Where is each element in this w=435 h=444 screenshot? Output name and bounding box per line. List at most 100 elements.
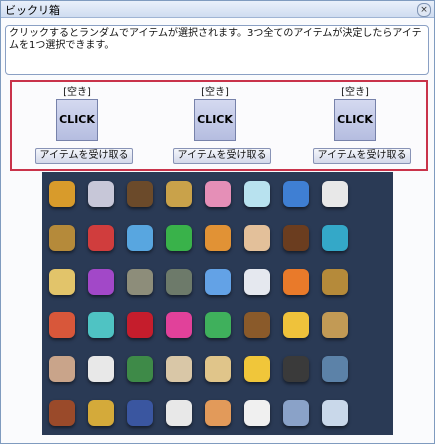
wing-icon bbox=[243, 268, 270, 295]
slot-2: [空き] CLICK アイテムを受け取る bbox=[160, 82, 271, 169]
item-cell bbox=[237, 172, 276, 216]
item-cell bbox=[42, 172, 81, 216]
green-crystal-icon bbox=[165, 224, 192, 251]
paper-icon bbox=[48, 268, 75, 295]
slot-2-receive-button[interactable]: アイテムを受け取る bbox=[173, 148, 271, 164]
item-cell bbox=[42, 216, 81, 260]
card-wing-icon bbox=[165, 356, 192, 383]
item-cell bbox=[237, 303, 276, 347]
item-cell bbox=[42, 347, 81, 391]
winged-figure-icon bbox=[87, 180, 114, 207]
item-cell bbox=[120, 260, 159, 304]
item-cell bbox=[81, 303, 120, 347]
pink-cube-icon bbox=[204, 180, 231, 207]
item-cell bbox=[237, 391, 276, 435]
slot-panel: [空き] CLICK アイテムを受け取る [空き] CLICK アイテムを受け取… bbox=[10, 80, 428, 171]
item-cell bbox=[120, 172, 159, 216]
stone-icon bbox=[126, 268, 153, 295]
dice-icon bbox=[243, 400, 270, 427]
pill-icon bbox=[87, 356, 114, 383]
pink-potion-icon bbox=[165, 312, 192, 339]
item-cell bbox=[159, 260, 198, 304]
orb-icon bbox=[321, 268, 348, 295]
item-cell bbox=[198, 260, 237, 304]
item-cell bbox=[120, 347, 159, 391]
stars-icon bbox=[321, 400, 348, 427]
item-cell bbox=[354, 172, 393, 216]
item-cell bbox=[159, 347, 198, 391]
slot-2-status: [空き] bbox=[201, 87, 229, 98]
item-cell bbox=[81, 391, 120, 435]
slot-2-click-button[interactable]: CLICK bbox=[194, 99, 236, 141]
item-cell bbox=[120, 391, 159, 435]
diamond-plate-icon bbox=[282, 400, 309, 427]
egg-icon bbox=[243, 180, 270, 207]
red-crystal-icon bbox=[87, 224, 114, 251]
item-cell bbox=[315, 172, 354, 216]
cauldron-icon bbox=[126, 180, 153, 207]
item-cell bbox=[354, 347, 393, 391]
orange-potion-icon bbox=[282, 268, 309, 295]
ruby-icon bbox=[126, 312, 153, 339]
item-cell bbox=[276, 260, 315, 304]
title-bar[interactable]: ビックリ箱 × bbox=[1, 1, 434, 18]
item-cell bbox=[42, 391, 81, 435]
scroll-bundle-icon bbox=[321, 312, 348, 339]
blue-box-icon bbox=[282, 180, 309, 207]
item-cell bbox=[315, 391, 354, 435]
top-icon bbox=[48, 180, 75, 207]
item-cell bbox=[81, 216, 120, 260]
close-icon[interactable]: × bbox=[417, 3, 431, 17]
item-cell bbox=[354, 216, 393, 260]
bronze-coin-icon bbox=[48, 400, 75, 427]
chest-icon bbox=[126, 356, 153, 383]
basket-icon bbox=[48, 356, 75, 383]
slot-1-click-button[interactable]: CLICK bbox=[56, 99, 98, 141]
aqua-flower-icon bbox=[87, 312, 114, 339]
item-cell bbox=[315, 303, 354, 347]
item-cell bbox=[198, 391, 237, 435]
item-cell bbox=[81, 172, 120, 216]
item-cell bbox=[276, 216, 315, 260]
blue-card-icon bbox=[204, 268, 231, 295]
gold-medal-icon bbox=[87, 400, 114, 427]
capsule-icon bbox=[282, 312, 309, 339]
item-cell bbox=[354, 303, 393, 347]
item-cell bbox=[159, 216, 198, 260]
item-cell bbox=[198, 216, 237, 260]
item-cell bbox=[276, 172, 315, 216]
card-icon bbox=[243, 224, 270, 251]
item-cell bbox=[315, 216, 354, 260]
ring-icon bbox=[204, 400, 231, 427]
slot-3: [空き] CLICK アイテムを受け取る bbox=[300, 82, 411, 169]
window-title: ビックリ箱 bbox=[5, 4, 60, 17]
item-cell bbox=[198, 303, 237, 347]
yellow-capsule-icon bbox=[243, 356, 270, 383]
item-grid bbox=[42, 172, 393, 435]
item-cell bbox=[81, 347, 120, 391]
navy-badge-icon bbox=[126, 400, 153, 427]
egg-timer-icon bbox=[165, 268, 192, 295]
slot-1-receive-button[interactable]: アイテムを受け取る bbox=[35, 148, 133, 164]
slot-1-status: [空き] bbox=[63, 87, 91, 98]
coin-icon bbox=[321, 356, 348, 383]
jar-icon bbox=[282, 224, 309, 251]
description-box: クリックするとランダムでアイテムが選択されます。3つ全てのアイテムが決定したらア… bbox=[5, 25, 429, 75]
item-cell bbox=[354, 260, 393, 304]
slot-3-click-button[interactable]: CLICK bbox=[334, 99, 376, 141]
item-cell bbox=[276, 347, 315, 391]
item-cell bbox=[198, 172, 237, 216]
item-cell bbox=[276, 391, 315, 435]
orange-crystal-icon bbox=[204, 224, 231, 251]
slot-3-receive-button[interactable]: アイテムを受け取る bbox=[313, 148, 411, 164]
item-cell bbox=[315, 260, 354, 304]
item-cell bbox=[42, 260, 81, 304]
flower-icon bbox=[48, 312, 75, 339]
item-cell bbox=[237, 260, 276, 304]
slot-1: [空き] CLICK アイテムを受け取る bbox=[22, 82, 133, 169]
item-cell bbox=[120, 303, 159, 347]
slot-3-status: [空き] bbox=[341, 87, 369, 98]
bowling-pin-icon bbox=[321, 180, 348, 207]
purple-crystal-icon bbox=[87, 268, 114, 295]
item-cell bbox=[120, 216, 159, 260]
